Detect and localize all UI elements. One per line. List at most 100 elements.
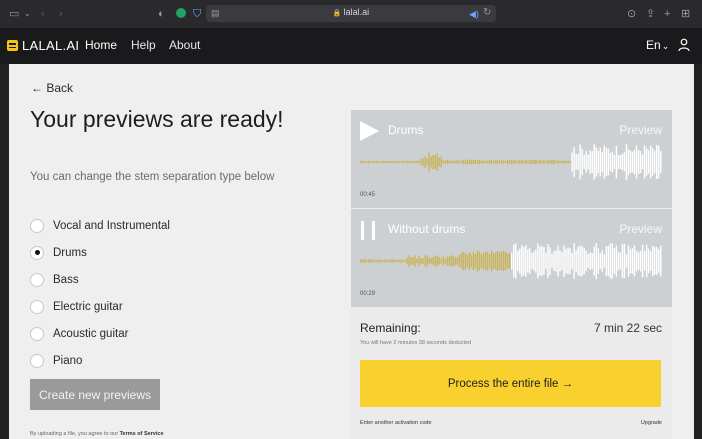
radio-button[interactable] — [30, 353, 44, 368]
waveform-bar — [613, 248, 616, 274]
shield-icon[interactable]: ◐ — [158, 7, 165, 21]
waveform-bar — [537, 160, 539, 164]
nav-about[interactable]: About — [169, 38, 200, 52]
waveform-bar — [545, 161, 547, 163]
option-electric-guitar[interactable]: Electric guitar — [30, 293, 170, 320]
waveform-bar — [394, 259, 396, 263]
back-arrow-icon[interactable]: ‹ — [41, 7, 45, 21]
waveform-bar — [627, 149, 630, 175]
nav-home[interactable]: Home — [85, 38, 117, 52]
option-acoustic-guitar[interactable]: Acoustic guitar — [30, 320, 170, 347]
radio-button-selected[interactable] — [30, 245, 44, 260]
waveform-without-drums[interactable] — [360, 241, 662, 281]
tab-overview-icon[interactable]: ⊞ — [681, 7, 690, 21]
waveform-bar — [450, 160, 453, 164]
option-label: Vocal and Instrumental — [53, 219, 170, 232]
waveform-bar — [486, 251, 489, 271]
sidebar-icon[interactable]: ▭ — [9, 7, 19, 21]
waveform-bar — [605, 245, 608, 277]
waveform-bar — [418, 255, 420, 267]
waveform-bar — [464, 252, 467, 270]
radio-button[interactable] — [30, 218, 44, 233]
waveform-bar — [593, 144, 595, 180]
waveform-bar — [490, 250, 493, 272]
option-piano[interactable]: Piano — [30, 347, 170, 374]
option-drums[interactable]: Drums — [30, 239, 170, 266]
back-link[interactable]: ← Back — [31, 81, 73, 95]
extension-icon[interactable]: ⛉ — [193, 7, 201, 21]
waveform-bar — [458, 255, 461, 267]
waveform-bar — [502, 250, 505, 272]
waveform-bar — [448, 256, 450, 266]
address-bar[interactable]: ▤ 🔒 lalal.ai ◀) ↻ — [206, 5, 496, 22]
waveform-bar — [513, 244, 515, 278]
waveform-bar — [545, 252, 547, 270]
waveform-bar — [657, 145, 660, 179]
waveform-bar — [573, 146, 575, 178]
nav-help[interactable]: Help — [131, 38, 156, 52]
waveform-bar — [655, 144, 658, 180]
waveform-bar — [454, 257, 457, 265]
speaker-icon[interactable]: ◀) — [469, 7, 479, 21]
option-vocal-instrumental[interactable]: Vocal and Instrumental — [30, 212, 170, 239]
option-bass[interactable]: Bass — [30, 266, 170, 293]
waveform-bar — [537, 243, 539, 279]
new-tab-icon[interactable]: + — [664, 7, 670, 21]
waveform-bar — [506, 253, 509, 269]
waveform-bar — [589, 150, 591, 174]
waveform-bar — [378, 161, 380, 163]
upgrade-link[interactable]: Upgrade — [641, 420, 662, 426]
waveform-bar — [597, 248, 599, 274]
download-icon[interactable]: ⊙ — [627, 7, 636, 21]
create-new-previews-button[interactable]: Create new previews — [30, 379, 160, 410]
terms-notice: By uploading a file, you agree to our Te… — [30, 431, 164, 437]
waveform-bar — [486, 160, 489, 164]
waveform-bar — [430, 156, 432, 168]
forward-arrow-icon[interactable]: › — [59, 7, 63, 21]
waveform-bar — [362, 160, 364, 164]
waveform-drums[interactable] — [360, 142, 662, 182]
waveform-bar — [659, 245, 662, 277]
radio-button[interactable] — [30, 272, 44, 287]
waveform-bar — [625, 254, 628, 268]
waveform-bar — [376, 259, 378, 263]
waveform-bar — [633, 245, 636, 277]
pause-icon[interactable] — [360, 221, 376, 240]
waveform-bar — [374, 259, 376, 263]
waveform-bar — [619, 252, 622, 270]
grammarly-icon[interactable] — [176, 8, 186, 18]
waveform-bar — [657, 249, 660, 273]
waveform-bar — [619, 155, 622, 169]
chevron-down-icon[interactable]: ⌄ — [24, 7, 31, 21]
radio-button[interactable] — [30, 299, 44, 314]
reload-icon[interactable]: ↻ — [483, 6, 491, 20]
waveform-bar — [446, 256, 448, 266]
process-entire-file-button[interactable]: Process the entire file → — [360, 360, 661, 407]
waveform-bar — [422, 258, 424, 264]
play-icon[interactable] — [360, 121, 379, 141]
user-icon[interactable] — [678, 38, 690, 52]
waveform-bar — [450, 255, 453, 267]
waveform-bar — [380, 161, 382, 163]
logo[interactable]: LALAL.AI — [7, 38, 79, 53]
language-label: En — [646, 38, 661, 52]
activation-code-link[interactable]: Enter another activation code — [360, 420, 432, 426]
radio-button[interactable] — [30, 326, 44, 341]
waveform-bar — [438, 157, 440, 167]
waveform-bar — [458, 160, 461, 164]
language-selector[interactable]: En⌄ — [646, 38, 669, 52]
waveform-bar — [498, 252, 501, 270]
share-icon[interactable]: ⇪ — [646, 7, 655, 21]
waveform-bar — [370, 259, 372, 263]
waveform-bar — [396, 161, 398, 163]
waveform-bar — [442, 256, 444, 266]
waveform-bar — [519, 248, 521, 274]
terms-link[interactable]: Terms of Service — [120, 431, 164, 437]
waveform-bar — [515, 243, 517, 279]
waveform-bar — [513, 160, 515, 164]
waveform-bar — [454, 160, 457, 164]
waveform-bar — [462, 159, 465, 165]
waveform-bar — [647, 248, 650, 274]
waveform-bar — [460, 160, 463, 164]
waveform-bar — [511, 252, 513, 270]
